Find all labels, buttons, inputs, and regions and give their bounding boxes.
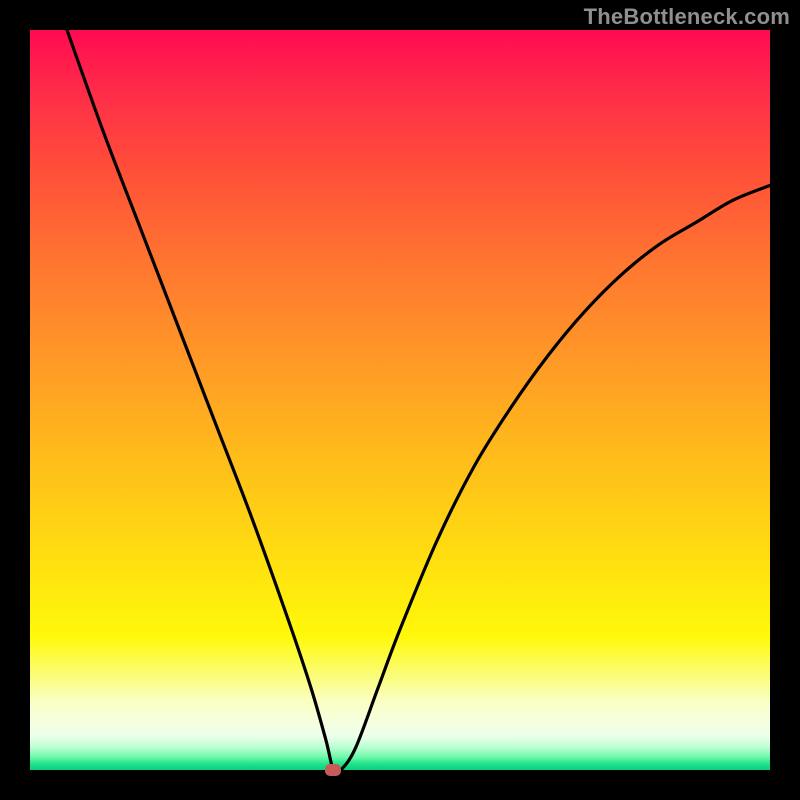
bottleneck-curve xyxy=(30,30,770,770)
outer-frame: TheBottleneck.com xyxy=(0,0,800,800)
curve-path xyxy=(67,30,770,770)
chart-plot-area xyxy=(30,30,770,770)
watermark-label: TheBottleneck.com xyxy=(584,4,790,30)
minimum-marker xyxy=(325,764,341,776)
